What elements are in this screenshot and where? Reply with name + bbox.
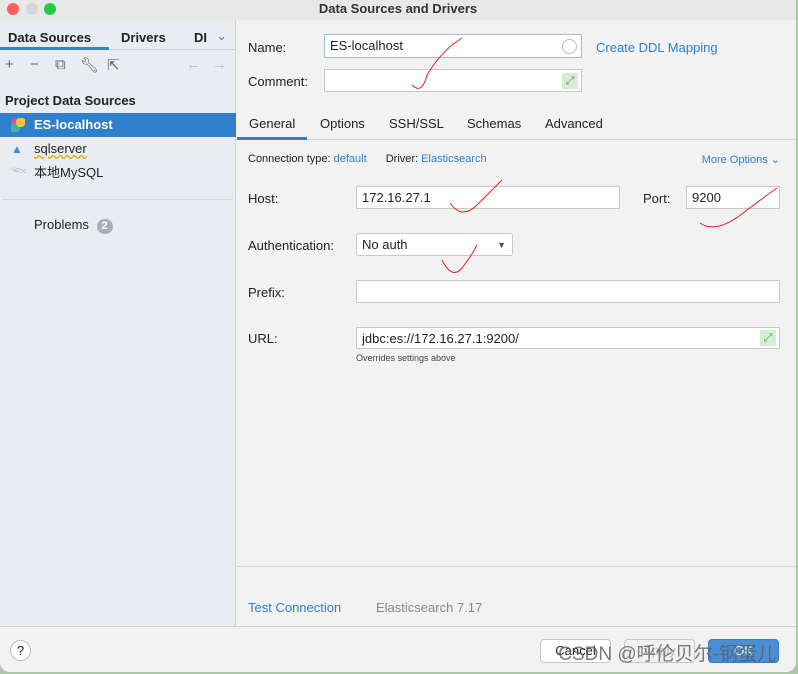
sidebar: Data Sources Drivers DI ⌄ + − ⧉ 🔧︎ ⇱ ← →… <box>0 20 236 626</box>
elasticsearch-icon <box>11 118 25 132</box>
watermark: CSDN @呼伦贝尔-钢蛋儿 <box>558 644 776 665</box>
sidebar-toolbar: + − ⧉ 🔧︎ ⇱ ← → <box>0 50 235 80</box>
item-label: 本地MySQL <box>34 165 104 180</box>
list-item-es-localhost[interactable]: ES-localhost <box>0 113 236 137</box>
duplicate-icon[interactable]: ⧉ <box>55 56 66 73</box>
tab-overflow[interactable]: DI <box>194 30 208 45</box>
test-connection-link[interactable]: Test Connection <box>248 600 341 615</box>
divider <box>237 566 796 567</box>
window-title: Data Sources and Drivers <box>318 1 478 16</box>
url-label: URL: <box>248 331 278 346</box>
dialog-window: Data Sources and Drivers Data Sources Dr… <box>0 0 796 672</box>
item-label: sqlserver <box>34 141 87 156</box>
mysql-dolphin-icon: 𓆝 <box>11 166 27 180</box>
export-icon[interactable]: ⇱ <box>107 56 120 74</box>
tab-data-sources[interactable]: Data Sources <box>8 30 91 45</box>
minimize-window-button[interactable] <box>26 3 38 15</box>
prefix-input[interactable] <box>356 280 780 303</box>
problems-item[interactable]: Problems 2 <box>0 213 236 237</box>
title-bar: Data Sources and Drivers <box>0 0 796 20</box>
item-label: ES-localhost <box>34 117 113 132</box>
red-annotation-marks <box>411 37 778 273</box>
divider <box>2 199 233 200</box>
sidebar-tabs: Data Sources Drivers DI ⌄ <box>0 20 235 50</box>
tab-drivers[interactable]: Drivers <box>121 30 166 45</box>
details-panel: Name: ES-localhost Create DDL Mapping Co… <box>237 20 796 626</box>
url-hint: Overrides settings above <box>356 353 456 363</box>
list-item-sqlserver[interactable]: ▲ sqlserver <box>0 137 236 161</box>
remove-icon[interactable]: − <box>30 56 39 73</box>
forward-arrow-icon[interactable]: → <box>212 56 227 73</box>
list-item-mysql[interactable]: 𓆝 本地MySQL <box>0 161 236 185</box>
add-icon[interactable]: + <box>5 56 14 73</box>
driver-version: Elasticsearch 7.17 <box>376 600 483 615</box>
close-window-button[interactable] <box>7 3 19 15</box>
azure-icon: ▲ <box>11 142 23 156</box>
expand-icon[interactable]: ⤢ <box>760 330 776 346</box>
section-heading: Project Data Sources <box>5 93 136 108</box>
problems-label: Problems <box>34 217 89 232</box>
back-arrow-icon[interactable]: ← <box>186 56 201 73</box>
url-input[interactable]: jdbc:es://172.16.27.1:9200/ ⤢ <box>356 327 780 349</box>
url-value: jdbc:es://172.16.27.1:9200/ <box>362 331 519 346</box>
prefix-label: Prefix: <box>248 285 285 300</box>
zoom-window-button[interactable] <box>44 3 56 15</box>
chevron-down-icon[interactable]: ⌄ <box>216 28 227 44</box>
wrench-icon[interactable]: 🔧︎ <box>80 56 99 74</box>
help-button[interactable]: ? <box>10 640 31 661</box>
problems-count-badge: 2 <box>96 219 113 234</box>
